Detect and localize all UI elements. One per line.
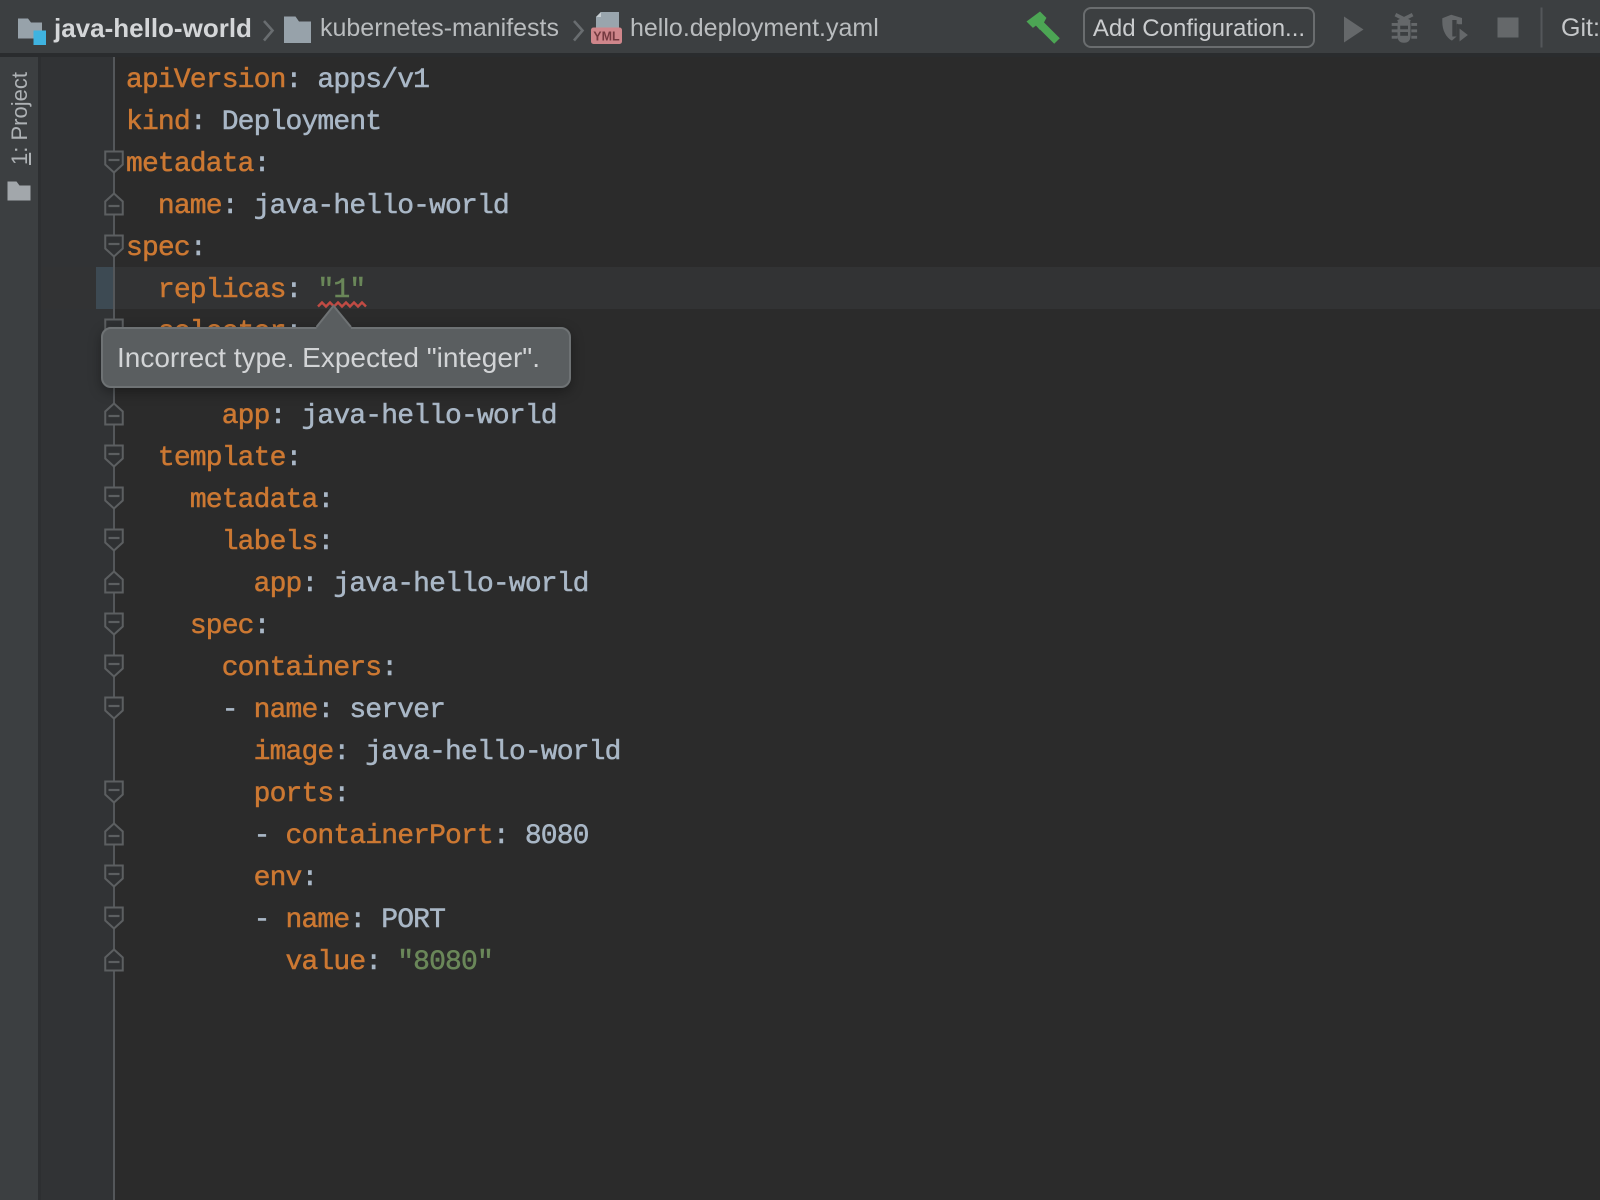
svg-text:YML: YML <box>593 30 620 44</box>
